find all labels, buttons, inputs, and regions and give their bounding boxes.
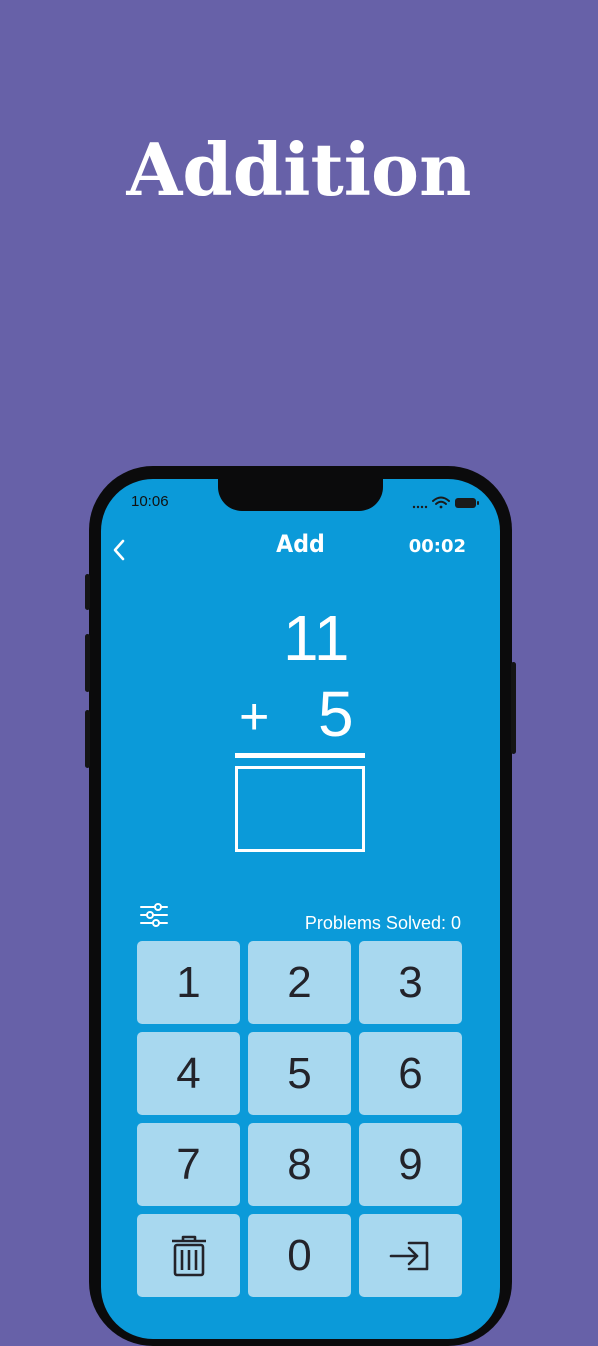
wifi-icon	[432, 496, 450, 509]
key-2[interactable]: 2	[248, 941, 351, 1024]
key-3[interactable]: 3	[359, 941, 462, 1024]
equals-line	[235, 753, 365, 758]
operand-bottom: 5	[318, 678, 354, 750]
key-4[interactable]: 4	[137, 1032, 240, 1115]
status-time: 10:06	[131, 493, 169, 510]
trash-icon	[171, 1235, 206, 1276]
settings-button[interactable]	[138, 901, 170, 929]
volume-down-button	[85, 710, 90, 768]
notch	[218, 479, 383, 511]
mute-switch	[85, 574, 90, 610]
enter-icon	[389, 1241, 428, 1270]
problems-solved-label: Problems Solved:	[304, 913, 446, 933]
app-screen: 10:06 Add 00:02 11 + 5 Problems Solved: …	[101, 479, 500, 1339]
key-7[interactable]: 7	[137, 1123, 240, 1206]
signal-icon	[412, 505, 428, 509]
operand-top: 11	[283, 602, 350, 674]
delete-button[interactable]	[137, 1214, 240, 1297]
problems-solved-count: 0	[450, 913, 461, 933]
key-8[interactable]: 8	[248, 1123, 351, 1206]
key-6[interactable]: 6	[359, 1032, 462, 1115]
promo-title: Addition	[126, 127, 472, 212]
phone-frame: 10:06 Add 00:02 11 + 5 Problems Solved: …	[85, 466, 516, 1346]
battery-icon	[455, 498, 479, 508]
power-button	[511, 662, 516, 754]
status-icons	[411, 495, 481, 511]
key-5[interactable]: 5	[248, 1032, 351, 1115]
keypad: 1 2 3 4 5 6 7 8 9 0	[137, 941, 467, 1297]
timer: 00:02	[408, 536, 466, 557]
operator-sign: +	[239, 688, 270, 746]
volume-up-button	[85, 634, 90, 692]
key-0[interactable]: 0	[248, 1214, 351, 1297]
submit-button[interactable]	[359, 1214, 462, 1297]
key-1[interactable]: 1	[137, 941, 240, 1024]
sliders-icon	[140, 903, 168, 927]
answer-box[interactable]	[235, 766, 365, 852]
problems-solved: Problems Solved: 0	[305, 912, 461, 934]
key-9[interactable]: 9	[359, 1123, 462, 1206]
